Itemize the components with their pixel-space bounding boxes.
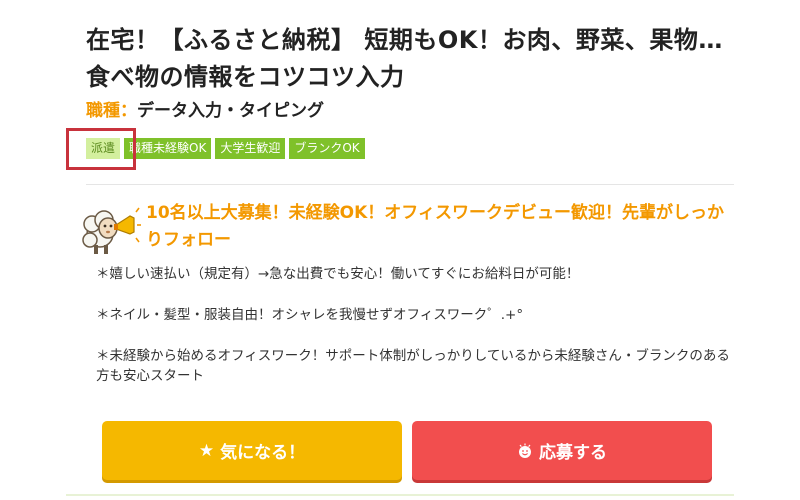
headline: 10名以上大募集！未経験OK！オフィスワークデビュー歓迎！先輩がしっかりフォロー bbox=[146, 203, 724, 250]
favorite-button[interactable]: ★ 気になる！ bbox=[102, 421, 402, 480]
job-description: ＊嬉しい速払い（規定有）→急な出費でも安心！働いてすぐにお給料日が可能！ ＊ネイ… bbox=[96, 264, 736, 407]
star-icon: ★ bbox=[198, 440, 215, 461]
description-point-3: ＊未経験から始めるオフィスワーク！サポート体制がしっかりしているから未経験さん・… bbox=[96, 348, 730, 384]
apply-button-label: 応募する bbox=[539, 443, 607, 463]
sheep-megaphone-icon bbox=[82, 207, 141, 254]
bottom-divider bbox=[66, 494, 734, 496]
tag-no-experience: 職種未経験OK bbox=[124, 138, 212, 159]
job-type: 職種：データ入力・タイピング bbox=[86, 96, 324, 121]
job-title[interactable]: 在宅！【ふるさと納税】 短期もOK！お肉、野菜、果物…食べ物の情報をコツコツ入力 bbox=[86, 22, 726, 96]
apply-button[interactable]: 応募する bbox=[412, 421, 712, 480]
smiley-icon bbox=[519, 443, 531, 458]
job-type-label: 職種： bbox=[86, 101, 137, 121]
favorite-button-label: 気になる！ bbox=[220, 443, 306, 463]
divider bbox=[86, 184, 734, 185]
highlight-box bbox=[66, 128, 136, 170]
tag-student-welcome: 大学生歓迎 bbox=[215, 138, 286, 159]
job-type-value: データ入力・タイピング bbox=[137, 101, 324, 121]
tag-blank-ok: ブランクOK bbox=[289, 138, 365, 159]
description-point-1: ＊嬉しい速払い（規定有）→急な出費でも安心！働いてすぐにお給料日が可能！ bbox=[96, 266, 580, 282]
job-card: 在宅！【ふるさと納税】 短期もOK！お肉、野菜、果物…食べ物の情報をコツコツ入力… bbox=[66, 0, 734, 500]
description-point-2: ＊ネイル・髪型・服装自由！オシャレを我慢せずオフィスワーク゜.+° bbox=[96, 307, 524, 323]
